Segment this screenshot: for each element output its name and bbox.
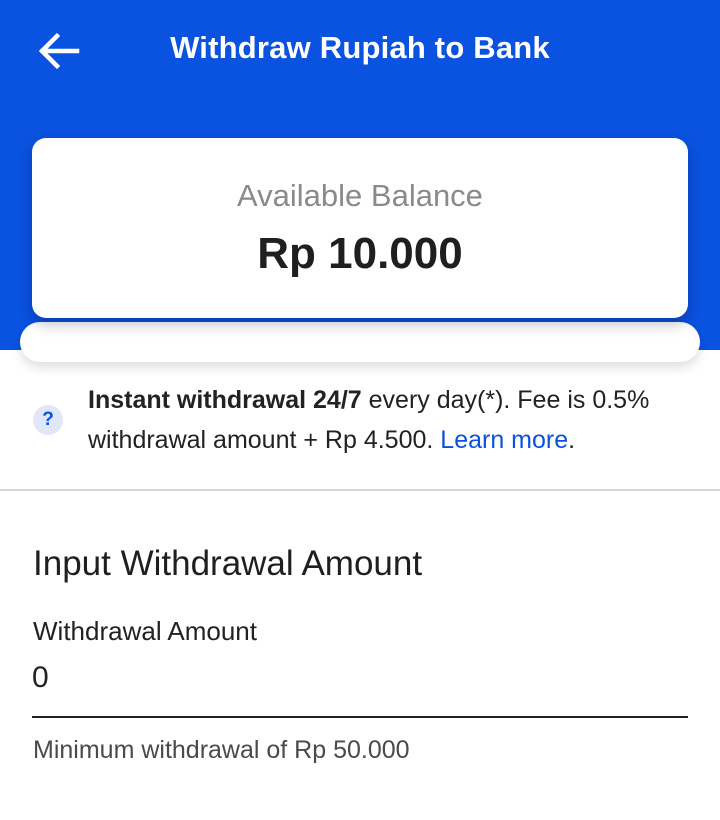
balance-amount: Rp 10.000 [257, 229, 463, 278]
divider [0, 489, 720, 491]
section-title: Input Withdrawal Amount [33, 544, 423, 583]
fee-info-text: Instant withdrawal 24/7 every day(*). Fe… [88, 380, 698, 460]
learn-more-link[interactable]: Learn more [440, 426, 568, 454]
page-title: Withdraw Rupiah to Bank [170, 30, 550, 65]
withdrawal-amount-label: Withdrawal Amount [33, 616, 257, 646]
fee-info-suffix: . [568, 426, 576, 454]
balance-card: Available Balance Rp 10.000 [32, 138, 688, 318]
input-underline [32, 716, 688, 718]
question-icon[interactable]: ? [33, 405, 63, 435]
card-bottom-shadow [20, 322, 700, 362]
withdrawal-amount-input[interactable] [32, 652, 688, 704]
balance-label: Available Balance [237, 178, 483, 213]
fee-info-bold: Instant withdrawal 24/7 [88, 386, 362, 414]
minimum-withdrawal-hint: Minimum withdrawal of Rp 50.000 [33, 736, 410, 764]
